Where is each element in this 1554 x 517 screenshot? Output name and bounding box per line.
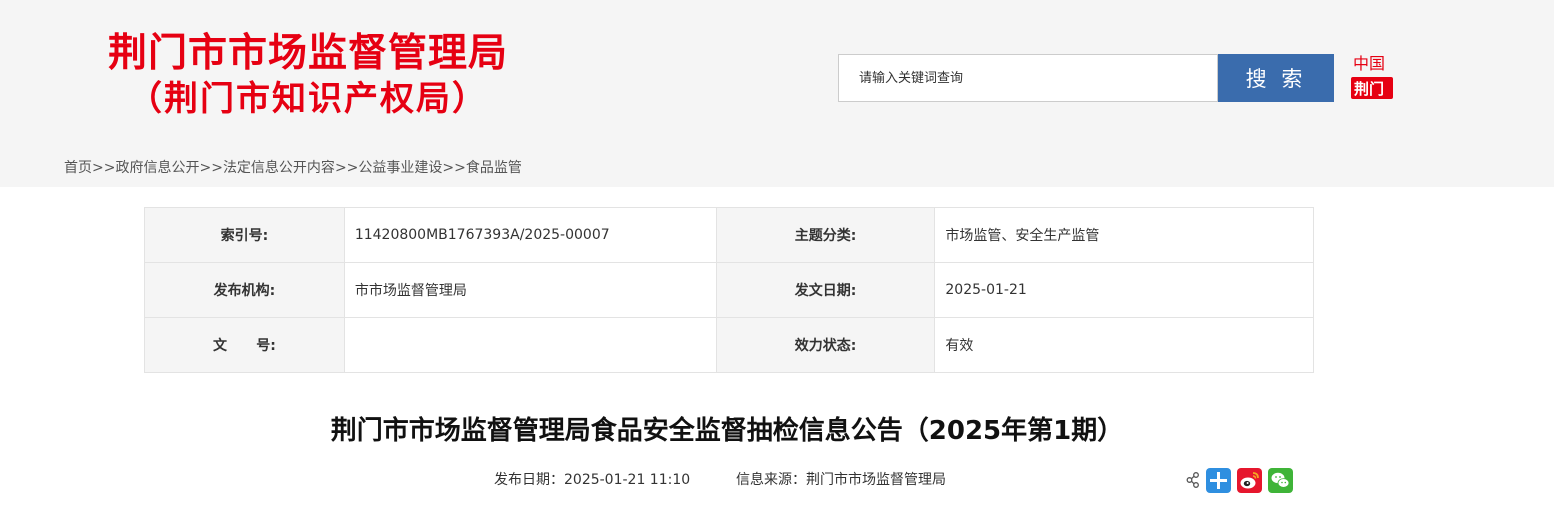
- search-input[interactable]: [838, 54, 1218, 102]
- site-header: 荆门市市场监督管理局 （荆门市知识产权局） 搜 索 中国 荆门: [0, 0, 1554, 132]
- publisher-value: 市市场监督管理局: [343, 262, 717, 318]
- publish-date: 发布日期：2025-01-21 11:10: [494, 472, 691, 488]
- topic-category-label: 主题分类:: [715, 207, 936, 263]
- issue-date-value: 2025-01-21: [934, 262, 1314, 318]
- breadcrumb-separator: >>: [442, 160, 466, 176]
- share-toggle-icon[interactable]: [1186, 470, 1200, 490]
- logo-seal-icon: 中国 荆门: [1351, 54, 1393, 99]
- breadcrumb-food-supervision[interactable]: 食品监管: [466, 159, 522, 177]
- breadcrumb-gov-info[interactable]: 政府信息公开: [115, 159, 199, 177]
- breadcrumb-bar: 首页>>政府信息公开>>法定信息公开内容>>公益事业建设>>食品监管: [0, 132, 1554, 187]
- breadcrumb-home[interactable]: 首页: [64, 159, 92, 177]
- article-title: 荆门市市场监督管理局食品安全监督抽检信息公告（2025年第1期）: [330, 416, 1124, 446]
- breadcrumb-separator: >>: [334, 160, 359, 176]
- site-title-line2: （荆门市知识产权局）: [128, 79, 488, 119]
- document-number-value: [343, 317, 717, 373]
- qzone-plus-icon[interactable]: [1206, 467, 1231, 493]
- info-source: 信息来源：荆门市市场监督管理局: [736, 472, 946, 488]
- weibo-icon[interactable]: [1237, 467, 1262, 493]
- publisher-label: 发布机构:: [144, 262, 345, 318]
- logo-text-bottom: 荆门: [1354, 80, 1384, 98]
- search-button[interactable]: 搜 索: [1218, 54, 1334, 102]
- table-row: 文 号: 效力状态: 有效: [144, 317, 1314, 373]
- breadcrumb: 首页>>政府信息公开>>法定信息公开内容>>公益事业建设>>食品监管: [64, 159, 522, 177]
- validity-status-label: 效力状态:: [715, 317, 936, 373]
- logo-text-top: 中国: [1353, 54, 1385, 73]
- validity-status-value: 有效: [934, 317, 1314, 373]
- site-title[interactable]: 荆门市市场监督管理局 （荆门市知识产权局）: [92, 30, 524, 120]
- breadcrumb-separator: >>: [92, 160, 116, 176]
- site-title-line1: 荆门市市场监督管理局: [107, 31, 508, 76]
- table-row: 索引号: 11420800MB1767393A/2025-00007 主题分类:…: [144, 207, 1314, 263]
- table-row: 发布机构: 市市场监督管理局 发文日期: 2025-01-21: [144, 262, 1314, 318]
- index-number-value: 11420800MB1767393A/2025-00007: [343, 207, 717, 263]
- breadcrumb-statutory-info[interactable]: 法定信息公开内容: [223, 159, 335, 177]
- share-toolbar: [1186, 467, 1293, 493]
- info-metadata-table: 索引号: 11420800MB1767393A/2025-00007 主题分类:…: [144, 207, 1314, 373]
- document-number-label: 文 号:: [144, 317, 345, 373]
- index-number-label: 索引号:: [144, 207, 345, 263]
- issue-date-label: 发文日期:: [715, 262, 936, 318]
- breadcrumb-public-welfare[interactable]: 公益事业建设: [358, 159, 442, 177]
- wechat-icon[interactable]: [1268, 467, 1293, 493]
- topic-category-value: 市场监管、安全生产监管: [934, 207, 1314, 263]
- breadcrumb-separator: >>: [199, 160, 223, 176]
- china-jingmen-logo[interactable]: 中国 荆门: [1349, 51, 1395, 103]
